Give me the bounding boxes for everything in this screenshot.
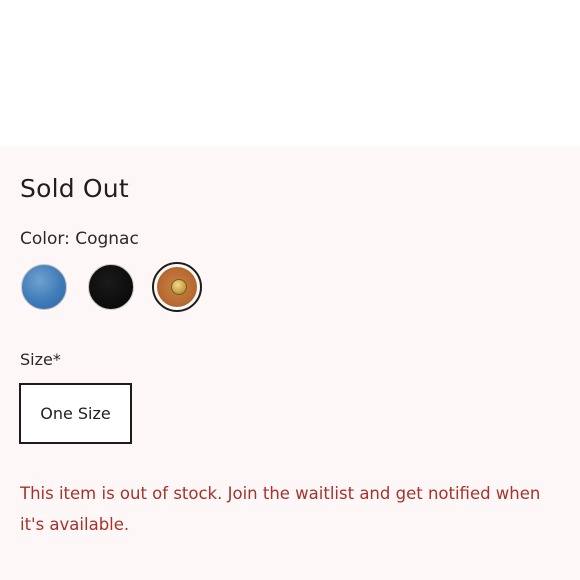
color-swatch-black[interactable] — [88, 264, 134, 310]
size-label: Size* — [20, 350, 61, 369]
rivet-icon — [171, 279, 187, 295]
availability-status: Sold Out — [20, 174, 129, 203]
color-swatch-blue[interactable] — [21, 264, 67, 310]
top-blank-area — [0, 0, 580, 147]
cognac-leather-swatch-image — [157, 267, 197, 307]
size-option-one-size[interactable]: One Size — [19, 383, 132, 444]
color-label: Color: Cognac — [20, 229, 139, 249]
out-of-stock-message: This item is out of stock. Join the wait… — [20, 484, 541, 534]
color-swatch-cognac[interactable] — [152, 262, 202, 312]
product-page: Sold Out Color: Cognac Size* One Size Th… — [0, 0, 580, 580]
